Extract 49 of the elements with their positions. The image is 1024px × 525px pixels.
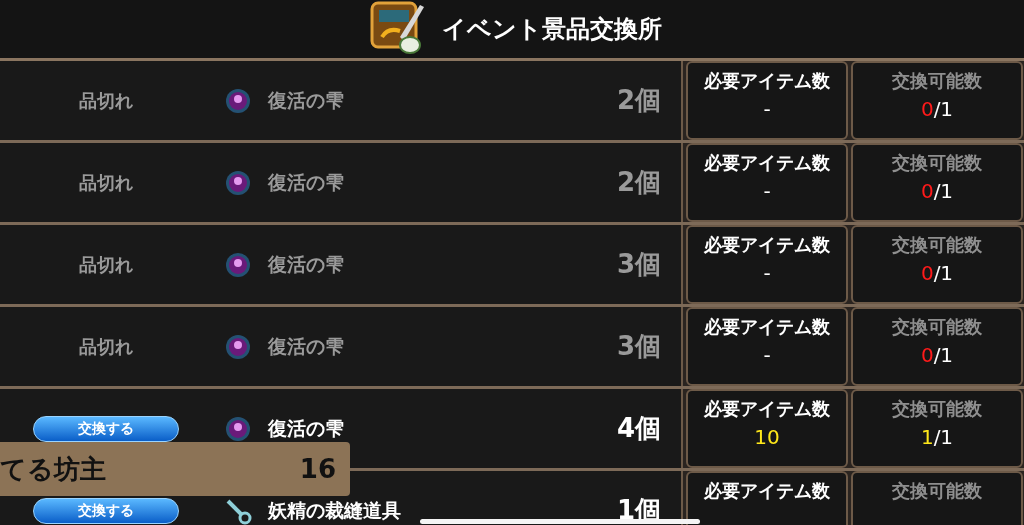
- exchange-button[interactable]: 交換する: [33, 415, 179, 442]
- required-label: 必要アイテム数: [704, 151, 830, 175]
- item-count: 3個: [616, 330, 661, 363]
- exchangeable-label: 交換可能数: [892, 397, 982, 421]
- banner-name: てる坊主: [0, 452, 106, 486]
- home-indicator[interactable]: [420, 519, 700, 524]
- required-value: -: [763, 343, 771, 367]
- banner-value: 16: [299, 454, 336, 484]
- item-count: 2個: [616, 166, 661, 199]
- item-count: 4個: [616, 412, 661, 445]
- required-label: 必要アイテム数: [704, 315, 830, 339]
- exchangeable-value: 0/1: [920, 261, 954, 285]
- item-name: 復活の雫: [268, 333, 344, 359]
- required-label: 必要アイテム数: [704, 479, 830, 503]
- exchangeable-value: 1/1: [920, 425, 954, 449]
- item-count: 2個: [616, 84, 661, 117]
- exchangeable-label: 交換可能数: [892, 233, 982, 257]
- required-label: 必要アイテム数: [704, 233, 830, 257]
- shop-icon: [370, 1, 426, 57]
- exchangeable-label: 交換可能数: [892, 151, 982, 175]
- sold-out-label: 品切れ: [79, 88, 133, 113]
- sold-out-label: 品切れ: [79, 334, 133, 359]
- required-label: 必要アイテム数: [704, 69, 830, 93]
- page-title: イベント景品交換所: [442, 14, 662, 45]
- exchange-button[interactable]: 交換する: [33, 497, 179, 524]
- sold-out-label: 品切れ: [79, 170, 133, 195]
- exchangeable-label: 交換可能数: [892, 69, 982, 93]
- required-label: 必要アイテム数: [704, 397, 830, 421]
- exchangeable-value: 0/1: [920, 343, 954, 367]
- orb-icon: [224, 168, 252, 197]
- required-value: -: [763, 179, 771, 203]
- exchangeable-label: 交換可能数: [892, 315, 982, 339]
- orb-icon: [224, 86, 252, 115]
- item-name: 妖精の裁縫道具: [268, 497, 401, 523]
- item-count: 3個: [616, 248, 661, 281]
- orb-icon: [224, 332, 252, 361]
- orb-icon: [224, 250, 252, 279]
- item-name: 復活の雫: [268, 251, 344, 277]
- required-value: 10: [754, 425, 780, 449]
- required-value: -: [763, 261, 771, 285]
- exchangeable-value: 0/1: [920, 179, 954, 203]
- item-name: 復活の雫: [268, 169, 344, 195]
- exchangeable-label: 交換可能数: [892, 479, 982, 503]
- orb-icon: [224, 414, 252, 443]
- item-name: 復活の雫: [268, 87, 344, 113]
- item-name: 復活の雫: [268, 415, 344, 441]
- sold-out-label: 品切れ: [79, 252, 133, 277]
- exchangeable-value: 0/1: [920, 97, 954, 121]
- required-value: -: [763, 97, 771, 121]
